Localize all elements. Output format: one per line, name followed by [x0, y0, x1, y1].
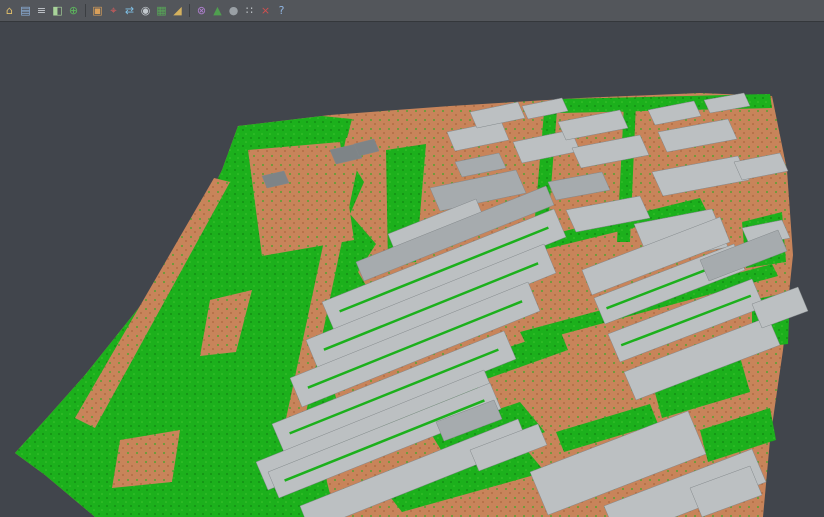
normals-icon[interactable]: ◢ [170, 3, 185, 18]
save-icon[interactable]: ▤ [18, 3, 33, 18]
crop-icon[interactable]: ▣ [90, 3, 105, 18]
camera-icon[interactable]: ◉ [138, 3, 153, 18]
translate-icon[interactable]: ⇄ [122, 3, 137, 18]
merge-icon[interactable]: ⊕ [66, 3, 81, 18]
settings-icon[interactable]: ∷ [242, 3, 257, 18]
application-window: ⌂▤≡◧⊕ ▣⌖⇄◉▦◢ ⊗▲●∷×? [0, 0, 824, 517]
pick-point-icon[interactable]: ⌖ [106, 3, 121, 18]
scene-svg [0, 0, 824, 517]
render-grid-icon[interactable]: ▦ [154, 3, 169, 18]
main-toolbar: ⌂▤≡◧⊕ ▣⌖⇄◉▦◢ ⊗▲●∷×? [0, 0, 824, 22]
delete-icon[interactable]: × [258, 3, 273, 18]
3d-viewport[interactable] [0, 0, 824, 517]
clone-icon[interactable]: ◧ [50, 3, 65, 18]
help-icon[interactable]: ? [274, 3, 289, 18]
toolbar-separator [85, 4, 86, 17]
sphere-icon[interactable]: ● [226, 3, 241, 18]
octree-icon[interactable]: ⊗ [194, 3, 209, 18]
mesh-icon[interactable]: ▲ [210, 3, 225, 18]
open-icon[interactable]: ⌂ [2, 3, 17, 18]
toolbar-separator [189, 4, 190, 17]
properties-icon[interactable]: ≡ [34, 3, 49, 18]
